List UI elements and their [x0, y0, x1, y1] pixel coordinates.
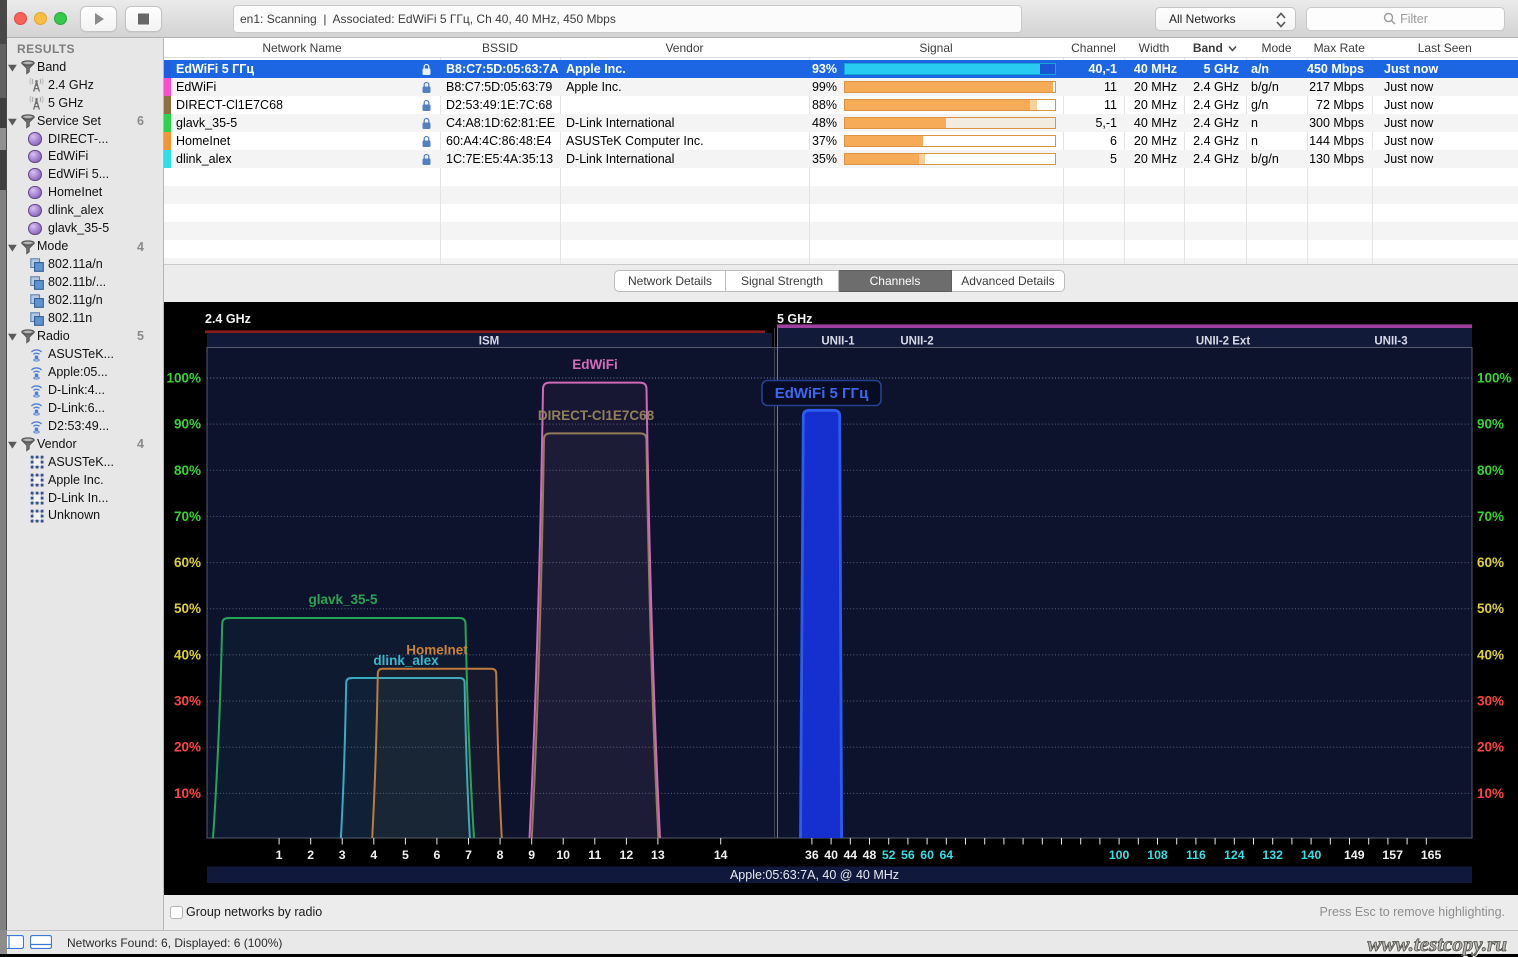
svg-text:40%: 40% [174, 647, 201, 662]
svg-text:UNII-2: UNII-2 [900, 336, 933, 348]
svg-text:8: 8 [497, 848, 504, 862]
svg-text:60%: 60% [174, 555, 201, 570]
svg-text:52: 52 [882, 848, 896, 862]
svg-text:30%: 30% [174, 694, 201, 709]
svg-text:140: 140 [1301, 848, 1322, 862]
svg-text:3: 3 [339, 848, 346, 862]
svg-text:40: 40 [824, 848, 838, 862]
svg-text:100%: 100% [1477, 371, 1512, 386]
svg-text:64: 64 [939, 848, 953, 862]
svg-text:5: 5 [402, 848, 409, 862]
svg-text:2.4 GHz: 2.4 GHz [205, 312, 251, 326]
svg-text:ISM: ISM [479, 336, 499, 348]
svg-text:6: 6 [433, 848, 440, 862]
svg-text:48: 48 [863, 848, 877, 862]
svg-text:12: 12 [620, 848, 634, 862]
svg-text:10%: 10% [1477, 786, 1504, 801]
svg-text:HomeInet: HomeInet [406, 643, 468, 658]
svg-text:36: 36 [805, 848, 819, 862]
svg-text:165: 165 [1421, 848, 1442, 862]
svg-text:100: 100 [1109, 848, 1130, 862]
svg-text:EdWiFi: EdWiFi [572, 357, 618, 372]
svg-text:124: 124 [1224, 848, 1245, 862]
svg-text:100%: 100% [166, 371, 201, 386]
svg-text:56: 56 [901, 848, 915, 862]
svg-text:20%: 20% [1477, 740, 1504, 755]
svg-text:30%: 30% [1477, 694, 1504, 709]
svg-text:DIRECT-Cl1E7C68: DIRECT-Cl1E7C68 [538, 408, 655, 423]
svg-text:UNII-2 Ext: UNII-2 Ext [1196, 336, 1250, 348]
svg-text:70%: 70% [174, 509, 201, 524]
svg-text:5 GHz: 5 GHz [777, 312, 812, 326]
svg-text:157: 157 [1382, 848, 1403, 862]
svg-text:70%: 70% [1477, 509, 1504, 524]
svg-text:4: 4 [370, 848, 377, 862]
svg-text:108: 108 [1147, 848, 1168, 862]
svg-text:UNII-1: UNII-1 [821, 336, 855, 348]
svg-text:80%: 80% [174, 463, 201, 478]
svg-text:2: 2 [307, 848, 314, 862]
svg-text:90%: 90% [1477, 417, 1504, 432]
svg-text:UNII-3: UNII-3 [1374, 336, 1407, 348]
svg-text:20%: 20% [174, 740, 201, 755]
svg-text:60%: 60% [1477, 555, 1504, 570]
svg-text:50%: 50% [1477, 601, 1504, 616]
svg-text:149: 149 [1344, 848, 1365, 862]
svg-text:10%: 10% [174, 786, 201, 801]
svg-text:Apple:05:63:7A, 40 @ 40 MHz: Apple:05:63:7A, 40 @ 40 MHz [730, 868, 899, 882]
svg-text:10: 10 [556, 848, 570, 862]
svg-text:132: 132 [1262, 848, 1283, 862]
svg-text:14: 14 [714, 848, 728, 862]
svg-text:60: 60 [920, 848, 934, 862]
svg-text:13: 13 [651, 848, 665, 862]
svg-text:7: 7 [465, 848, 472, 862]
svg-text:90%: 90% [174, 417, 201, 432]
svg-text:EdWiFi 5 ГГц: EdWiFi 5 ГГц [775, 385, 869, 402]
svg-text:44: 44 [843, 848, 857, 862]
svg-text:40%: 40% [1477, 647, 1504, 662]
svg-text:50%: 50% [174, 601, 201, 616]
svg-text:116: 116 [1186, 848, 1206, 862]
svg-text:80%: 80% [1477, 463, 1504, 478]
svg-text:11: 11 [588, 848, 601, 862]
svg-text:1: 1 [276, 848, 283, 862]
svg-text:glavk_35-5: glavk_35-5 [308, 592, 378, 607]
svg-text:9: 9 [528, 848, 535, 862]
